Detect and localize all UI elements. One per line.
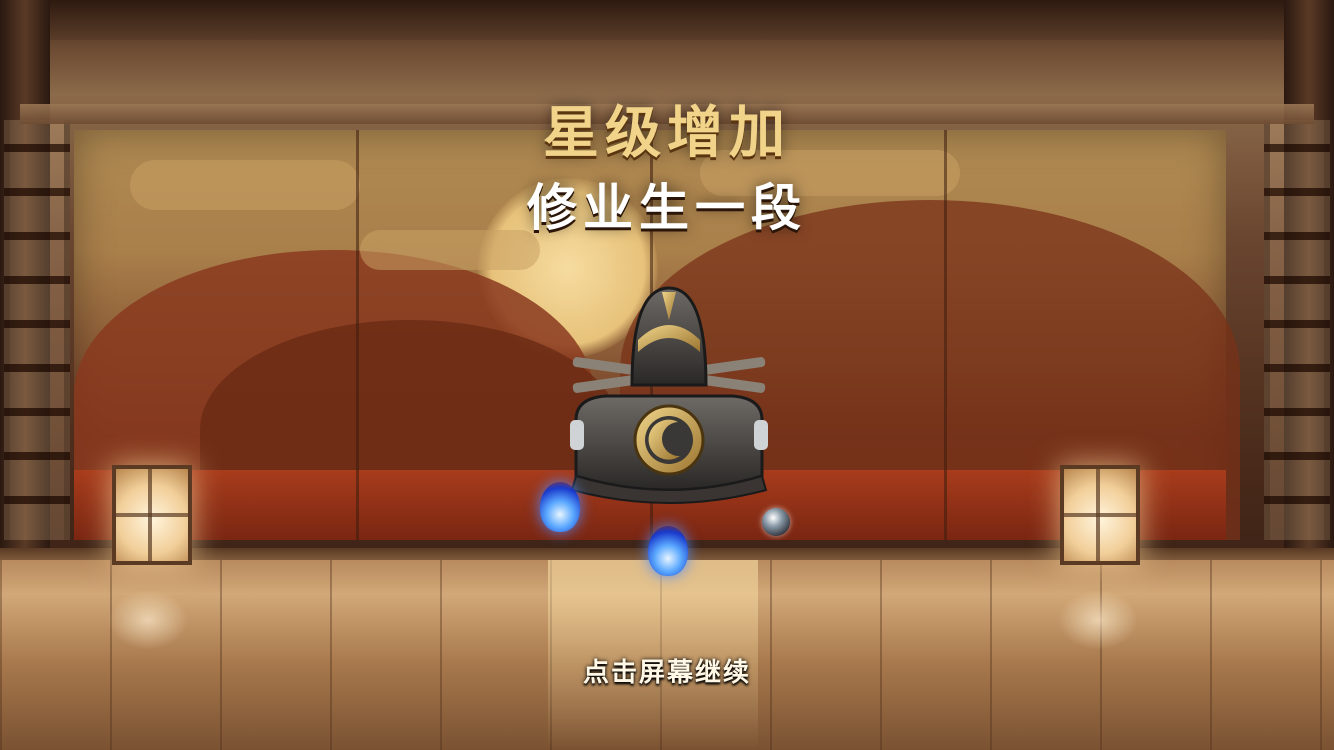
tap-to-continue-area[interactable] [0,0,1334,750]
